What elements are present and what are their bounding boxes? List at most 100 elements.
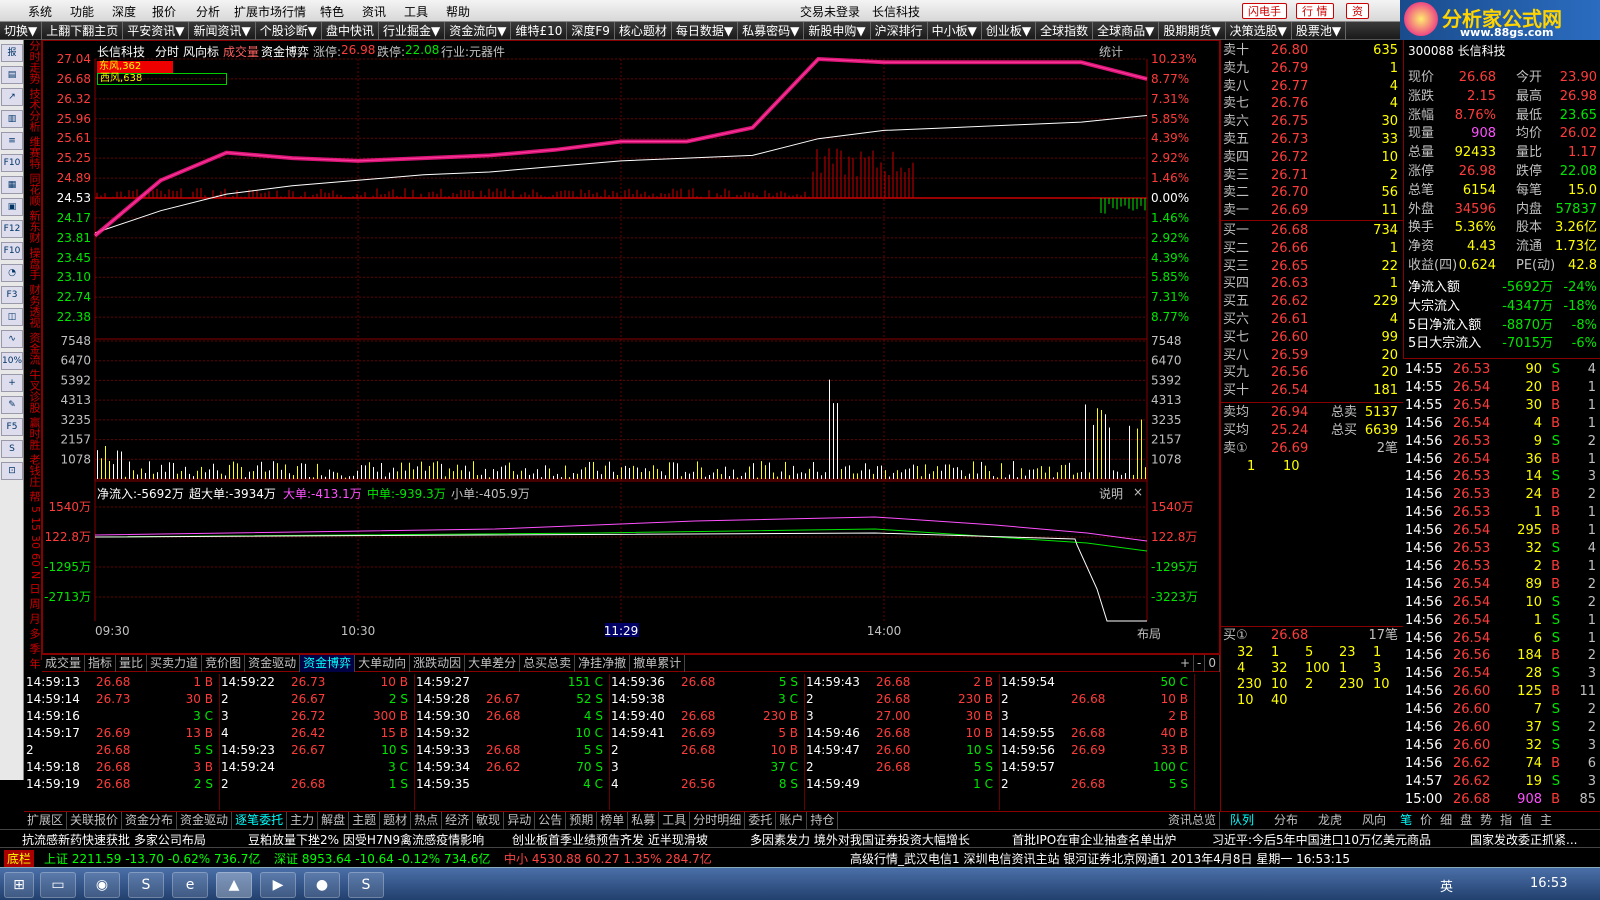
right-tab[interactable]: 风向 (1352, 812, 1396, 829)
bottom-tab[interactable]: 榜单 (597, 812, 629, 829)
toolbar-button[interactable]: 行业掘金▼ (379, 22, 446, 40)
skype2-icon[interactable]: S (348, 872, 384, 898)
tool-icon[interactable]: F5 (1, 418, 23, 436)
tool-icon[interactable]: ▥ (1, 110, 23, 128)
explain-button[interactable]: 说明 (1099, 485, 1123, 502)
tool-icon[interactable]: ⊡ (1, 462, 23, 480)
media-icon[interactable]: ▶ (260, 872, 296, 898)
vertical-tab[interactable]: 5 (24, 506, 42, 513)
toolbar-button[interactable]: 切换▼ (0, 22, 43, 40)
stock-app-icon[interactable]: ▲ (216, 872, 252, 898)
indicator-tab[interactable]: 买卖力道 (147, 655, 203, 672)
indicator-tab[interactable]: 成交量 (42, 655, 86, 672)
tick-view-tab[interactable]: 指 (1496, 812, 1516, 829)
news-item[interactable]: 首批IPO在审企业抽查名单出炉 (1012, 831, 1176, 848)
menu-item[interactable]: 分析 (196, 3, 220, 20)
toolbar-button[interactable]: 每日数据▼ (672, 22, 739, 40)
zoom-control[interactable]: - (1194, 655, 1206, 672)
bottom-tab[interactable]: 解盘 (318, 812, 350, 829)
flash-trade-button[interactable]: 闪电手 (1242, 3, 1287, 19)
menu-item[interactable]: 系统 (28, 3, 52, 20)
indicator-tab[interactable]: 涨跌动因 (410, 655, 466, 672)
toolbar-button[interactable]: 股票池▼ (1292, 22, 1347, 40)
tick-view-tab[interactable]: 主 (1536, 812, 1556, 829)
vertical-tab[interactable]: 周 (24, 598, 42, 609)
vertical-tab[interactable]: 日 (24, 583, 42, 594)
vertical-tab[interactable]: 牛叉诊股 (24, 369, 42, 413)
vertical-tab[interactable]: 操盘手 (24, 247, 42, 280)
bottom-tab[interactable]: 预期 (566, 812, 598, 829)
indicator-tab[interactable]: 净挂净撤 (575, 655, 631, 672)
messenger-icon[interactable]: ◉ (84, 872, 120, 898)
bottom-tab[interactable]: 资金驱动 (177, 812, 233, 829)
folder-icon[interactable]: ▭ (40, 872, 76, 898)
vertical-tab[interactable]: 技术分析 (24, 88, 42, 132)
indicator-tab[interactable]: 资金博弈 (300, 655, 356, 672)
tool-icon[interactable]: ▤ (1, 66, 23, 84)
tool-icon[interactable]: S (1, 440, 23, 458)
bottom-tab[interactable]: 热点 (411, 812, 443, 829)
bottom-tab[interactable]: 主力 (287, 812, 319, 829)
toolbar-button[interactable]: 资金流向▼ (445, 22, 512, 40)
bottom-tab[interactable]: 资金分布 (122, 812, 178, 829)
close-icon[interactable]: × (1133, 485, 1143, 499)
tool-icon[interactable]: ∿ (1, 330, 23, 348)
menu-item[interactable]: 功能 (70, 3, 94, 20)
quote-button[interactable]: 行 情 (1296, 3, 1334, 19)
vertical-tab[interactable]: 季 (24, 643, 42, 654)
toolbar-button[interactable]: 私募密码▼ (738, 22, 805, 40)
ie-icon[interactable]: e (172, 872, 208, 898)
indicator-tab[interactable]: 大单动向 (355, 655, 411, 672)
indicator-tab[interactable]: 资金驱动 (245, 655, 301, 672)
tool-icon[interactable]: F3 (1, 286, 23, 304)
toolbar-button[interactable]: 全球指数 (1036, 22, 1094, 40)
vertical-tab[interactable]: 30 (24, 535, 42, 549)
vertical-tab[interactable]: 维赛特 (24, 136, 42, 169)
bottom-tab[interactable]: 经济 (442, 812, 474, 829)
news-item[interactable]: 多因素发力 境外对我国证券投资大幅增长 (750, 831, 970, 848)
tool-icon[interactable]: ◔ (1, 264, 23, 282)
tool-icon[interactable]: F10 (1, 154, 23, 172)
start-icon[interactable]: ⊞ (4, 872, 34, 898)
indicator-tab[interactable]: 量比 (116, 655, 148, 672)
tool-icon[interactable]: F10 (1, 242, 23, 260)
toolbar-button[interactable]: 个股诊断▼ (256, 22, 322, 40)
toolbar-button[interactable]: 创业板▼ (982, 22, 1037, 40)
skype-icon[interactable]: S (128, 872, 164, 898)
tick-view-tab[interactable]: 笔 (1396, 812, 1416, 829)
bottom-tab[interactable]: 公告 (535, 812, 567, 829)
vertical-tab[interactable]: 月 (24, 613, 42, 624)
toolbar-button[interactable]: 新闻资讯▼ (189, 22, 256, 40)
zoom-control[interactable]: 0 (1205, 655, 1220, 672)
indicator-tab[interactable]: 撤单累计 (630, 655, 686, 672)
menu-item[interactable]: 深度 (112, 3, 136, 20)
toolbar-button[interactable]: 全球商品▼ (1093, 22, 1160, 40)
tool-icon[interactable]: ✎ (1, 396, 23, 414)
toolbar-button[interactable]: 沪深排行 (871, 22, 928, 40)
vertical-tab[interactable]: 老钱庄 (24, 454, 42, 487)
right-tab[interactable]: 龙虎 (1308, 812, 1352, 829)
right-tab[interactable]: 分布 (1264, 812, 1308, 829)
toolbar-button[interactable]: 决策选股▼ (1226, 22, 1292, 40)
bottom-tab[interactable]: 异动 (504, 812, 536, 829)
indicator-tab[interactable]: 竞价图 (202, 655, 246, 672)
bottom-tab[interactable]: 账户 (776, 812, 808, 829)
bottom-tab[interactable]: 分时明细 (690, 812, 746, 829)
toolbar-button[interactable]: 核心题材 (615, 22, 672, 40)
tick-view-tab[interactable]: 势 (1476, 812, 1496, 829)
vertical-tab[interactable]: 15 (24, 517, 42, 531)
tick-view-tab[interactable]: 盘 (1456, 812, 1476, 829)
right-tab[interactable]: 队列 (1220, 812, 1264, 829)
news-item[interactable]: 国家发改委正抓紧... (1470, 831, 1577, 848)
vertical-tab[interactable]: 财务透视 (24, 284, 42, 328)
toolbar-button[interactable]: 股期期货▼ (1159, 22, 1226, 40)
bottom-tab[interactable]: 逐笔委托 (232, 812, 288, 829)
menu-item[interactable]: 帮助 (446, 3, 470, 20)
toolbar-button[interactable]: 盘中快讯 (322, 22, 379, 40)
bottom-tab[interactable]: 敏现 (473, 812, 505, 829)
indicator-tab[interactable]: 大单差分 (465, 655, 521, 672)
news-item[interactable]: 豆粕放量下挫2% 因受H7N9禽流感疫情影响 (248, 831, 484, 848)
vertical-tab[interactable]: 60 (24, 553, 42, 567)
vertical-tab[interactable]: 赢时胜 (24, 417, 42, 450)
tool-icon[interactable]: 报 (1, 44, 23, 62)
